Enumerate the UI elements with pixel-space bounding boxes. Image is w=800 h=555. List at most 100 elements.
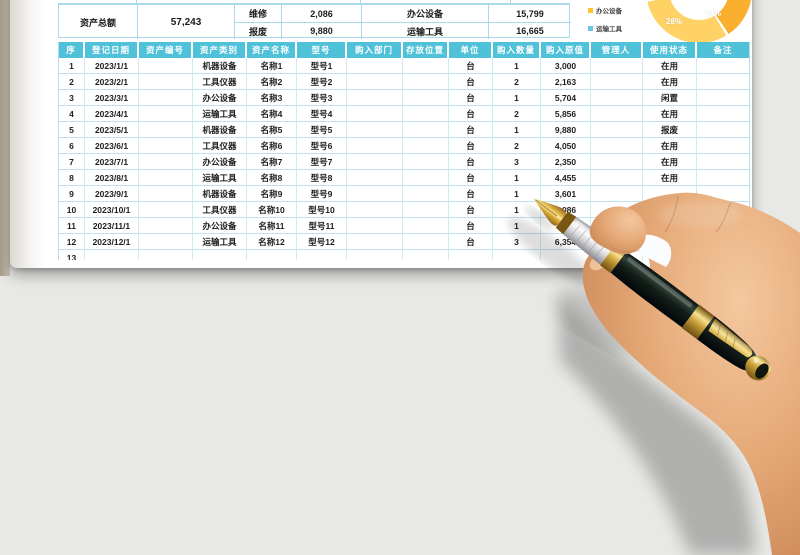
table-cell[interactable]: 名称7 [247,154,297,170]
column-header[interactable]: 购入原值 [541,42,591,58]
table-cell[interactable]: 2023/6/1 [85,138,139,154]
table-cell[interactable]: 3,601 [541,186,591,202]
table-cell[interactable]: 2023/5/1 [85,122,139,138]
repair-value[interactable]: 2,086 [281,5,361,22]
table-cell[interactable]: 台 [449,90,493,106]
table-cell[interactable]: 台 [449,234,493,250]
table-cell[interactable] [643,202,697,218]
table-cell[interactable]: 2 [493,138,541,154]
table-cell[interactable]: 型号8 [297,170,347,186]
table-cell[interactable]: 2023/4/1 [85,106,139,122]
table-cell[interactable] [697,186,749,202]
table-cell[interactable] [591,234,643,250]
table-cell[interactable]: 型号12 [297,234,347,250]
table-cell[interactable] [403,106,449,122]
repair-label[interactable]: 维修 [234,5,281,22]
table-cell[interactable] [139,186,193,202]
table-cell[interactable]: 工具仪器 [193,138,247,154]
table-cell[interactable]: 3 [59,90,85,106]
table-cell[interactable]: 1 [493,170,541,186]
table-cell[interactable]: 6,354 [541,234,591,250]
table-cell[interactable]: 运输工具 [193,106,247,122]
table-cell[interactable]: 2,163 [541,74,591,90]
table-cell[interactable]: 在用 [643,74,697,90]
table-cell[interactable] [591,122,643,138]
table-cell[interactable] [697,90,749,106]
table-cell[interactable] [591,154,643,170]
table-cell[interactable] [139,250,193,260]
column-header[interactable]: 存放位置 [403,42,449,58]
table-cell[interactable]: 2023/2/1 [85,74,139,90]
table-cell[interactable]: 型号2 [297,74,347,90]
table-cell[interactable]: 台 [449,202,493,218]
column-header[interactable]: 序 [59,42,85,58]
table-cell[interactable]: 台 [449,58,493,74]
table-cell[interactable] [591,186,643,202]
table-cell[interactable]: 5,856 [541,106,591,122]
table-cell[interactable]: 2023/1/1 [85,58,139,74]
table-cell[interactable] [541,250,591,260]
column-header[interactable]: 资产名称 [247,42,297,58]
table-cell[interactable]: 1 [59,58,85,74]
table-cell[interactable] [697,106,749,122]
table-cell[interactable]: 名称3 [247,90,297,106]
table-cell[interactable] [643,186,697,202]
table-cell[interactable]: 2 [59,74,85,90]
table-cell[interactable] [697,218,749,234]
table-cell[interactable]: 机器设备 [193,122,247,138]
table-cell[interactable] [139,154,193,170]
table-cell[interactable]: 办公设备 [193,154,247,170]
table-cell[interactable]: 台 [449,122,493,138]
table-cell[interactable] [347,250,403,260]
table-cell[interactable] [403,58,449,74]
table-cell[interactable] [591,106,643,122]
table-cell[interactable]: 12 [59,234,85,250]
table-cell[interactable] [643,250,697,260]
table-cell[interactable] [403,138,449,154]
table-cell[interactable]: 机器设备 [193,186,247,202]
table-cell[interactable]: 2023/8/1 [85,170,139,186]
table-cell[interactable] [403,218,449,234]
table-cell[interactable]: 台 [449,218,493,234]
table-cell[interactable]: 1 [493,218,541,234]
table-cell[interactable] [403,250,449,260]
table-cell[interactable] [591,58,643,74]
table-cell[interactable]: 2,350 [541,154,591,170]
table-cell[interactable] [697,74,749,90]
table-cell[interactable] [591,74,643,90]
table-cell[interactable] [297,250,347,260]
table-cell[interactable] [347,58,403,74]
table-cell[interactable] [139,170,193,186]
table-cell[interactable]: 闲置 [643,90,697,106]
table-cell[interactable] [643,218,697,234]
table-cell[interactable] [697,58,749,74]
table-cell[interactable]: 2023/10/1 [85,202,139,218]
column-header[interactable]: 管理人 [591,42,643,58]
table-cell[interactable] [697,202,749,218]
table-cell[interactable] [591,250,643,260]
table-cell[interactable]: 1 [493,202,541,218]
table-cell[interactable] [347,186,403,202]
table-cell[interactable]: 在用 [643,154,697,170]
table-cell[interactable]: 2023/11/1 [85,218,139,234]
table-cell[interactable]: 在用 [643,170,697,186]
table-cell[interactable]: 5,704 [541,90,591,106]
column-header[interactable]: 使用状态 [643,42,697,58]
table-cell[interactable]: 工具仪器 [193,74,247,90]
table-cell[interactable]: 型号5 [297,122,347,138]
total-assets-label[interactable]: 资产总额 [59,5,137,39]
table-cell[interactable]: 型号9 [297,186,347,202]
column-header[interactable]: 购入部门 [347,42,403,58]
table-cell[interactable]: 型号4 [297,106,347,122]
table-cell[interactable]: 名称5 [247,122,297,138]
table-cell[interactable]: 3,000 [541,58,591,74]
table-cell[interactable] [347,106,403,122]
table-cell[interactable] [139,122,193,138]
table-cell[interactable]: 机器设备 [193,58,247,74]
table-cell[interactable]: 8 [59,170,85,186]
table-cell[interactable] [591,218,643,234]
table-cell[interactable] [591,202,643,218]
table-cell[interactable] [139,90,193,106]
table-cell[interactable]: 名称8 [247,170,297,186]
table-cell[interactable]: 4,050 [541,138,591,154]
